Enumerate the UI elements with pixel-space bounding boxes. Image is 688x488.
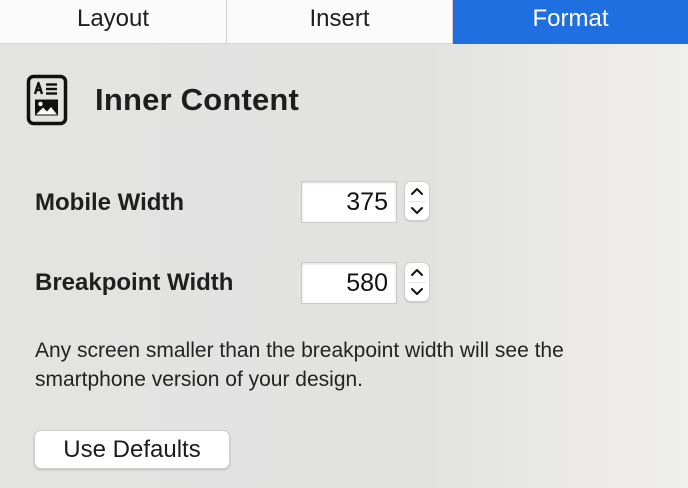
mobile-width-decrement[interactable] xyxy=(405,202,429,221)
breakpoint-help-text: Any screen smaller than the breakpoint w… xyxy=(35,339,564,391)
content-block-icon xyxy=(26,74,68,126)
mobile-width-stepper[interactable] xyxy=(404,181,430,221)
section-title: Inner Content xyxy=(95,82,300,117)
breakpoint-width-decrement[interactable] xyxy=(405,283,429,302)
tab-layout[interactable]: Layout xyxy=(0,0,227,44)
breakpoint-width-stepper[interactable] xyxy=(404,262,430,302)
chevron-up-icon xyxy=(411,269,423,276)
chevron-up-icon xyxy=(411,188,423,195)
use-defaults-button[interactable]: Use Defaults xyxy=(34,430,230,469)
chevron-down-icon xyxy=(411,207,423,214)
tab-format-label: Format xyxy=(532,5,609,32)
tab-layout-label: Layout xyxy=(76,5,150,32)
breakpoint-width-increment[interactable] xyxy=(405,263,429,282)
mobile-width-increment[interactable] xyxy=(405,182,429,201)
chevron-down-icon xyxy=(411,288,423,295)
mobile-width-label: Mobile Width xyxy=(35,189,185,216)
tab-bar: Layout Insert Format xyxy=(0,0,688,44)
mobile-width-field[interactable]: 375 xyxy=(301,181,397,223)
breakpoint-width-label: Breakpoint Width xyxy=(35,269,234,296)
tab-insert-label: Insert xyxy=(309,5,370,32)
breakpoint-width-field[interactable]: 580 xyxy=(301,262,397,304)
tab-format[interactable]: Format xyxy=(453,0,688,44)
tab-insert[interactable]: Insert xyxy=(227,0,453,44)
